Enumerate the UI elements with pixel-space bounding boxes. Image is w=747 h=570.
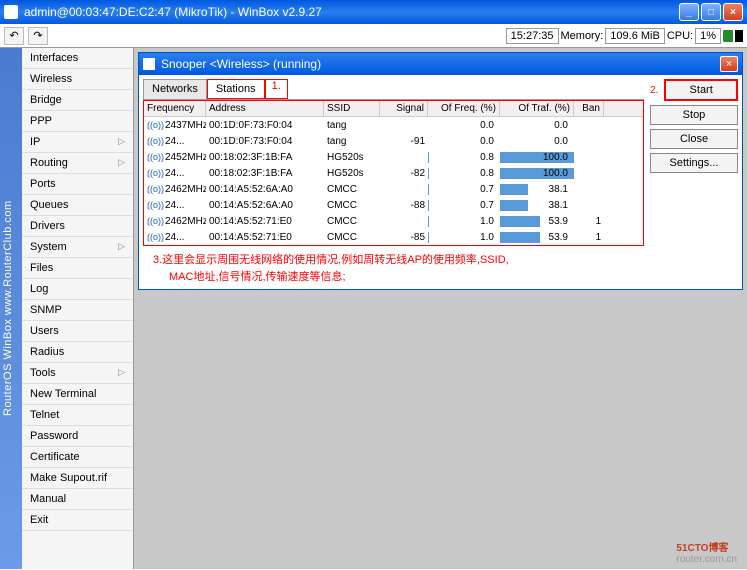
table-row[interactable]: ((o))2437MHz00:1D:0F:73:F0:04tang0.00.0 xyxy=(144,117,643,133)
stop-button[interactable]: Stop xyxy=(650,105,738,125)
close-snooper-button[interactable]: Close xyxy=(650,129,738,149)
sidebar-item-make-supout-rif[interactable]: Make Supout.rif xyxy=(22,468,133,489)
tab-networks[interactable]: Networks xyxy=(143,79,207,99)
sidebar-item-drivers[interactable]: Drivers xyxy=(22,216,133,237)
settings-button[interactable]: Settings... xyxy=(650,153,738,173)
wifi-icon: ((o)) xyxy=(147,168,164,178)
sidebar-item-tools[interactable]: Tools▷ xyxy=(22,363,133,384)
window-icon xyxy=(143,58,155,70)
sidebar-item-ports[interactable]: Ports xyxy=(22,174,133,195)
th-frequency[interactable]: Frequency xyxy=(144,101,206,116)
annotation-1: 1. xyxy=(265,79,288,99)
stations-table: Frequency Address SSID Signal Of Freq. (… xyxy=(143,100,644,246)
sidebar-item-telnet[interactable]: Telnet xyxy=(22,405,133,426)
sidebar-item-snmp[interactable]: SNMP xyxy=(22,300,133,321)
sidebar-item-system[interactable]: System▷ xyxy=(22,237,133,258)
snooper-tabs: Networks Stations 1. xyxy=(143,79,644,100)
th-signal[interactable]: Signal xyxy=(380,101,428,116)
toolbar: ↶ ↷ 15:27:35 Memory: 109.6 MiB CPU: 1% xyxy=(0,24,747,48)
sidebar-item-exit[interactable]: Exit xyxy=(22,510,133,531)
sidebar-item-users[interactable]: Users xyxy=(22,321,133,342)
title-text: admin@00:03:47:DE:C2:47 (MikroTik) - Win… xyxy=(24,5,677,19)
status-memory: 109.6 MiB xyxy=(605,28,665,44)
snooper-buttons: 2. Start Stop Close Settings... xyxy=(650,79,738,285)
sidebar-item-manual[interactable]: Manual xyxy=(22,489,133,510)
sidebar-item-new-terminal[interactable]: New Terminal xyxy=(22,384,133,405)
th-of-freq[interactable]: Of Freq. (%) xyxy=(428,101,500,116)
sidebar-item-password[interactable]: Password xyxy=(22,426,133,447)
tab-stations[interactable]: Stations xyxy=(207,79,265,99)
snooper-window: Snooper <Wireless> (running) × Networks … xyxy=(138,52,743,290)
maximize-button[interactable]: □ xyxy=(701,3,721,21)
sidebar-item-log[interactable]: Log xyxy=(22,279,133,300)
start-button[interactable]: Start xyxy=(664,79,738,101)
sidebar-item-wireless[interactable]: Wireless xyxy=(22,69,133,90)
th-ssid[interactable]: SSID xyxy=(324,101,380,116)
wifi-icon: ((o)) xyxy=(147,232,164,242)
wifi-icon: ((o)) xyxy=(147,120,164,130)
lock-icon xyxy=(723,30,733,42)
watermark: 51CTO博客 router.com.cn xyxy=(676,539,737,565)
sidebar-item-radius[interactable]: Radius xyxy=(22,342,133,363)
table-row[interactable]: ((o))2452MHz00:18:02:3F:1B:FAHG520s0.810… xyxy=(144,149,643,165)
main-titlebar: admin@00:03:47:DE:C2:47 (MikroTik) - Win… xyxy=(0,0,747,24)
app-icon xyxy=(4,5,18,19)
table-row[interactable]: ((o))24...00:14:A5:52:71:E0CMCC-851.053.… xyxy=(144,229,643,245)
table-row[interactable]: ((o))2462MHz00:14:A5:52:71:E0CMCC1.053.9… xyxy=(144,213,643,229)
snooper-close-button[interactable]: × xyxy=(720,56,738,72)
table-row[interactable]: ((o))24...00:14:A5:52:6A:A0CMCC-880.738.… xyxy=(144,197,643,213)
table-row[interactable]: ((o))24...00:1D:0F:73:F0:04tang-910.00.0 xyxy=(144,133,643,149)
sidebar-item-ip[interactable]: IP▷ xyxy=(22,132,133,153)
wifi-icon: ((o)) xyxy=(147,136,164,146)
sidebar-item-bridge[interactable]: Bridge xyxy=(22,90,133,111)
sidebar-item-files[interactable]: Files xyxy=(22,258,133,279)
sidebar-item-certificate[interactable]: Certificate xyxy=(22,447,133,468)
table-row[interactable]: ((o))24...00:18:02:3F:1B:FAHG520s-820.81… xyxy=(144,165,643,181)
minimize-button[interactable]: _ xyxy=(679,3,699,21)
wifi-icon: ((o)) xyxy=(147,200,164,210)
sidebar-item-queues[interactable]: Queues xyxy=(22,195,133,216)
th-of-traf[interactable]: Of Traf. (%) xyxy=(500,101,574,116)
wifi-icon: ((o)) xyxy=(147,216,164,226)
close-button[interactable]: × xyxy=(723,3,743,21)
th-ban[interactable]: Ban xyxy=(574,101,604,116)
sidebar-item-routing[interactable]: Routing▷ xyxy=(22,153,133,174)
redo-button[interactable]: ↷ xyxy=(28,27,48,45)
status-time: 15:27:35 xyxy=(506,28,559,44)
undo-button[interactable]: ↶ xyxy=(4,27,24,45)
sidebar: InterfacesWirelessBridgePPPIP▷Routing▷Po… xyxy=(22,48,134,569)
table-row[interactable]: ((o))2462MHz00:14:A5:52:6A:A0CMCC0.738.1 xyxy=(144,181,643,197)
activity-icon xyxy=(735,30,743,42)
snooper-titlebar[interactable]: Snooper <Wireless> (running) × xyxy=(139,53,742,75)
content-area: Snooper <Wireless> (running) × Networks … xyxy=(134,48,747,569)
sidebar-item-interfaces[interactable]: Interfaces xyxy=(22,48,133,69)
annotation-3: 3.这里会显示周围无线网络的使用情况,例如周转无线AP的使用频率,SSID, M… xyxy=(143,246,644,285)
brand-strip: RouterOS WinBox www.RouterClub.com xyxy=(0,48,22,569)
wifi-icon: ((o)) xyxy=(147,152,164,162)
sidebar-item-ppp[interactable]: PPP xyxy=(22,111,133,132)
annotation-2: 2. xyxy=(650,85,662,96)
status-cpu: 1% xyxy=(695,28,721,44)
th-address[interactable]: Address xyxy=(206,101,324,116)
wifi-icon: ((o)) xyxy=(147,184,164,194)
